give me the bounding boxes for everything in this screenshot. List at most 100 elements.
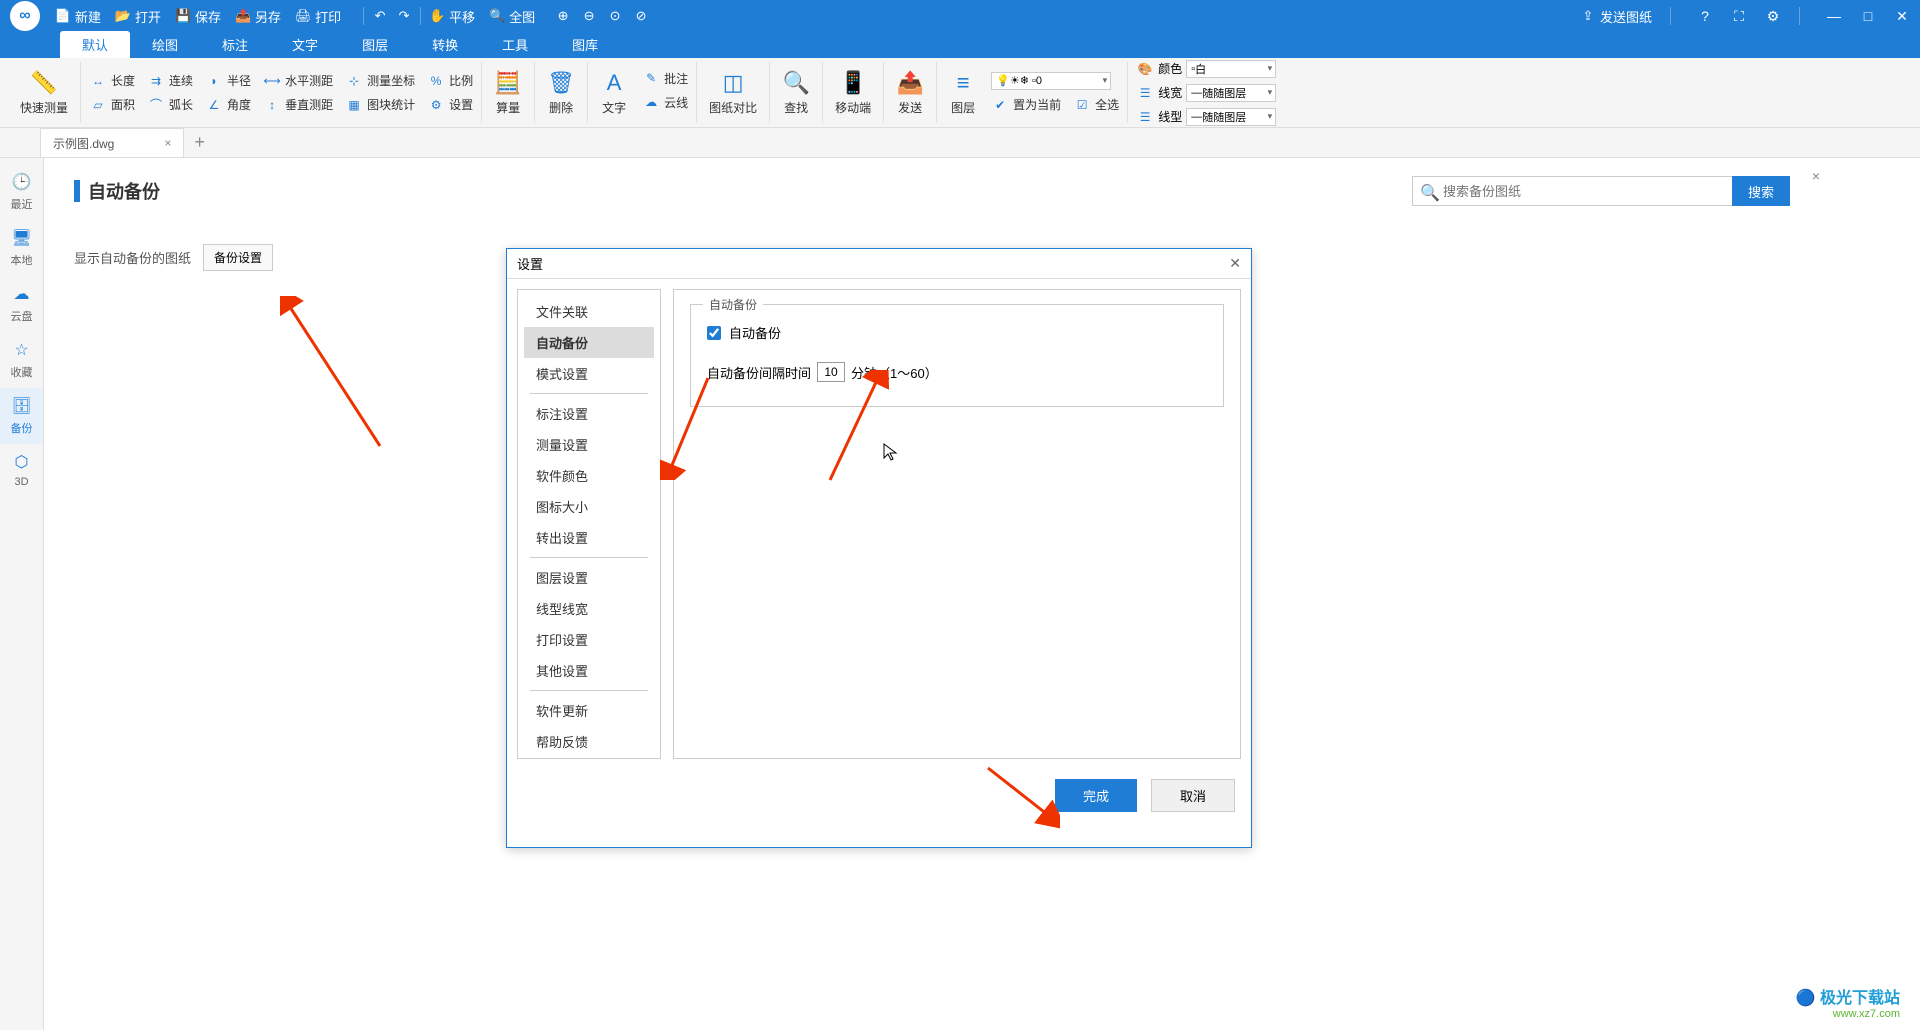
tb-new[interactable]: 📄新建 bbox=[55, 7, 101, 26]
zoom-in-icon[interactable]: ⊕ bbox=[555, 8, 571, 24]
file-new-icon: 📄 bbox=[55, 8, 71, 24]
zoom-window-icon[interactable]: ⊘ bbox=[633, 8, 649, 24]
calc-icon: 🧮 bbox=[494, 69, 522, 97]
menu-convert[interactable]: 转换 bbox=[410, 31, 480, 58]
rb-comment[interactable]: ✎批注 bbox=[642, 69, 688, 87]
menu-default[interactable]: 默认 bbox=[60, 31, 130, 58]
tb-save[interactable]: 💾保存 bbox=[175, 7, 221, 26]
cancel-button[interactable]: 取消 bbox=[1151, 779, 1235, 812]
nav-color[interactable]: 软件颜色 bbox=[524, 460, 654, 491]
auto-backup-checkbox[interactable] bbox=[707, 326, 721, 340]
dialog-close-icon[interactable]: ✕ bbox=[1229, 255, 1241, 272]
rb-color[interactable]: 🎨颜色▫ 白 bbox=[1136, 60, 1276, 78]
file-tab[interactable]: 示例图.dwg × bbox=[40, 128, 184, 157]
nav-update[interactable]: 软件更新 bbox=[524, 695, 654, 726]
tb-open[interactable]: 📂打开 bbox=[115, 7, 161, 26]
nav-auto-backup[interactable]: 自动备份 bbox=[524, 327, 654, 358]
nav-print[interactable]: 打印设置 bbox=[524, 624, 654, 655]
nav-mode[interactable]: 模式设置 bbox=[524, 358, 654, 389]
settings-dialog: 设置 ✕ 文件关联 自动备份 模式设置 标注设置 测量设置 软件颜色 图标大小 … bbox=[506, 248, 1252, 848]
menu-draw[interactable]: 绘图 bbox=[130, 31, 200, 58]
tb-saveas[interactable]: 📤另存 bbox=[235, 7, 281, 26]
rb-area[interactable]: ▱面积 bbox=[89, 96, 135, 114]
side-local[interactable]: 🖥本地 bbox=[0, 220, 43, 276]
nav-layer[interactable]: 图层设置 bbox=[524, 562, 654, 593]
rb-find[interactable]: 🔍查找 bbox=[778, 69, 814, 116]
tb-print[interactable]: 🖨打印 bbox=[295, 7, 341, 26]
rb-angle[interactable]: ∠角度 bbox=[205, 96, 251, 114]
rb-send[interactable]: 📤发送 bbox=[892, 69, 928, 116]
rb-delete[interactable]: 🗑删除 bbox=[543, 69, 579, 116]
rb-compare[interactable]: ◫图纸对比 bbox=[705, 69, 761, 116]
search-button[interactable]: 搜索 bbox=[1732, 176, 1790, 206]
rb-vdist[interactable]: ↕垂直测距 bbox=[263, 96, 333, 114]
nav-annotate[interactable]: 标注设置 bbox=[524, 398, 654, 429]
menu-tools[interactable]: 工具 bbox=[480, 31, 550, 58]
ok-button[interactable]: 完成 bbox=[1055, 779, 1137, 812]
tb-fullview[interactable]: 🔍全图 bbox=[489, 7, 535, 26]
rb-quick-measure[interactable]: 📏 快速测量 bbox=[16, 69, 72, 116]
side-cloud[interactable]: ☁云盘 bbox=[0, 276, 43, 332]
zoom-out-icon[interactable]: ⊖ bbox=[581, 8, 597, 24]
maximize-icon[interactable]: □ bbox=[1860, 8, 1876, 24]
backup-settings-button[interactable]: 备份设置 bbox=[203, 244, 273, 271]
rb-hdist[interactable]: ⟷水平测距 bbox=[263, 72, 333, 90]
rb-selectall[interactable]: ☑全选 bbox=[1073, 96, 1119, 114]
layers-icon: ≡ bbox=[949, 69, 977, 97]
tb-send-drawing[interactable]: ⇪发送图纸 bbox=[1580, 7, 1652, 26]
interval-label: 自动备份间隔时间 bbox=[707, 363, 811, 382]
rb-text[interactable]: A文字 bbox=[596, 69, 632, 116]
undo-icon[interactable]: ↶ bbox=[372, 8, 388, 24]
side-backup[interactable]: 🗄备份 bbox=[0, 388, 43, 444]
help-icon[interactable]: ? bbox=[1697, 8, 1713, 24]
rb-calc[interactable]: 🧮算量 bbox=[490, 69, 526, 116]
menu-library[interactable]: 图库 bbox=[550, 31, 620, 58]
redo-icon[interactable]: ↷ bbox=[396, 8, 412, 24]
rb-mobile[interactable]: 📱移动端 bbox=[831, 69, 875, 116]
settings-icon[interactable]: ⚙ bbox=[1765, 8, 1781, 24]
file-tab-close-icon[interactable]: × bbox=[164, 136, 171, 150]
side-3d[interactable]: ⬡3D bbox=[0, 444, 43, 496]
zoom-reset-icon[interactable]: ⊙ bbox=[607, 8, 623, 24]
search-icon: 🔍 bbox=[782, 69, 810, 97]
rb-layer-select[interactable]: 💡☀❄ ▫ 0 bbox=[991, 72, 1119, 90]
fieldset-title: 自动备份 bbox=[703, 296, 763, 313]
rb-arc[interactable]: ⌒弧长 bbox=[147, 96, 193, 114]
nav-lineweight[interactable]: 线型线宽 bbox=[524, 593, 654, 624]
rb-layer[interactable]: ≡图层 bbox=[945, 69, 981, 116]
panel-close-icon[interactable]: × bbox=[1812, 168, 1820, 184]
tb-pan[interactable]: ✋平移 bbox=[429, 7, 475, 26]
nav-measure[interactable]: 测量设置 bbox=[524, 429, 654, 460]
arc-icon: ⌒ bbox=[147, 96, 165, 114]
send-icon: 📤 bbox=[896, 69, 924, 97]
side-recent[interactable]: 🕒最近 bbox=[0, 164, 43, 220]
rb-setcurrent[interactable]: ✔置为当前 bbox=[991, 96, 1061, 114]
nav-export[interactable]: 转出设置 bbox=[524, 522, 654, 553]
rb-coord[interactable]: ⊹测量坐标 bbox=[345, 72, 415, 90]
nav-feedback[interactable]: 帮助反馈 bbox=[524, 726, 654, 757]
menu-layer[interactable]: 图层 bbox=[340, 31, 410, 58]
rb-length[interactable]: ↔长度 bbox=[89, 72, 135, 90]
nav-file-assoc[interactable]: 文件关联 bbox=[524, 296, 654, 327]
rb-cloud[interactable]: ☁云线 bbox=[642, 93, 688, 111]
nav-other[interactable]: 其他设置 bbox=[524, 655, 654, 686]
rb-settings[interactable]: ⚙设置 bbox=[427, 96, 473, 114]
minimize-icon[interactable]: ― bbox=[1826, 8, 1842, 24]
rb-blockstat[interactable]: ▦图块统计 bbox=[345, 96, 415, 114]
rb-scale[interactable]: %比例 bbox=[427, 72, 473, 90]
hand-icon: ✋ bbox=[429, 8, 445, 24]
fullscreen-icon[interactable]: ⛶ bbox=[1731, 8, 1747, 24]
interval-input[interactable] bbox=[817, 362, 845, 382]
rb-continuous[interactable]: ⇉连续 bbox=[147, 72, 193, 90]
side-fav[interactable]: ☆收藏 bbox=[0, 332, 43, 388]
nav-iconsize[interactable]: 图标大小 bbox=[524, 491, 654, 522]
add-tab-icon[interactable]: + bbox=[194, 132, 205, 153]
rb-linewidth[interactable]: ☰线宽— 随随图层 bbox=[1136, 84, 1276, 102]
menu-text[interactable]: 文字 bbox=[270, 31, 340, 58]
rb-linetype[interactable]: ☰线型— 随随图层 bbox=[1136, 108, 1276, 126]
rb-radius[interactable]: ◗半径 bbox=[205, 72, 251, 90]
search-input[interactable] bbox=[1412, 176, 1732, 206]
current-icon: ✔ bbox=[991, 96, 1009, 114]
close-icon[interactable]: ✕ bbox=[1894, 8, 1910, 24]
menu-annotate[interactable]: 标注 bbox=[200, 31, 270, 58]
